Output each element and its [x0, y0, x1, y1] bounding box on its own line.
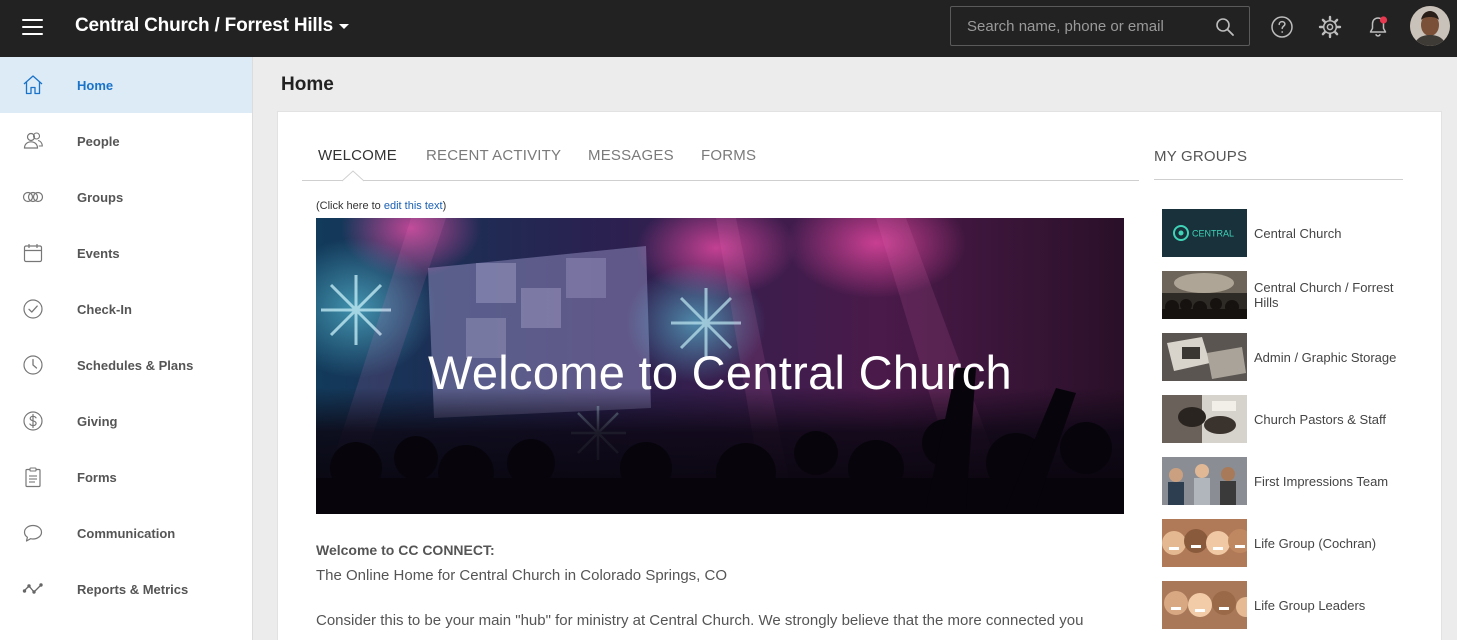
sidebar-item-people[interactable]: People — [0, 113, 252, 169]
group-thumbnail — [1162, 519, 1247, 567]
divider — [1154, 179, 1403, 180]
sidebar-item-forms[interactable]: Forms — [0, 449, 252, 505]
top-bar: Central Church / Forrest Hills — [0, 0, 1457, 57]
sidebar-item-communication[interactable]: Communication — [0, 505, 252, 561]
notification-dot — [1379, 16, 1388, 24]
welcome-subheading: The Online Home for Central Church in Co… — [316, 567, 728, 584]
avatar[interactable] — [1410, 6, 1450, 46]
welcome-body-text: Consider this to be your main "hub" for … — [316, 612, 1084, 629]
sidebar-item-giving[interactable]: Giving — [0, 393, 252, 449]
sidebar-item-label: Schedules & Plans — [77, 358, 194, 373]
group-thumbnail — [1162, 333, 1247, 381]
group-item-central-church[interactable]: CENTRAL Central Church — [1162, 209, 1407, 257]
sidebar-item-label: Giving — [77, 414, 118, 429]
tab-welcome[interactable]: WELCOME — [318, 147, 397, 164]
sidebar-item-label: Groups — [77, 190, 124, 205]
checkmark-circle-icon — [23, 299, 43, 319]
search-icon[interactable] — [1215, 17, 1235, 37]
group-thumbnail — [1162, 395, 1247, 443]
group-name: Central Church / Forrest Hills — [1254, 280, 1394, 310]
group-thumbnail — [1162, 581, 1247, 629]
sidebar-item-label: Check-In — [77, 302, 132, 317]
sidebar-item-label: Home — [77, 78, 114, 93]
sidebar-item-label: Communication — [77, 526, 176, 541]
group-item-church-pastors-staff[interactable]: Church Pastors & Staff — [1162, 395, 1407, 443]
active-tab-indicator — [342, 170, 364, 182]
sidebar-item-groups[interactable]: Groups — [0, 169, 252, 225]
group-item-life-group-cochran[interactable]: Life Group (Cochran) — [1162, 519, 1407, 567]
tab-messages[interactable]: MESSAGES — [588, 147, 674, 164]
help-icon[interactable] — [1270, 15, 1294, 39]
group-name: First Impressions Team — [1254, 473, 1389, 489]
sidebar-item-label: Events — [77, 246, 120, 261]
line-graph-icon — [22, 583, 43, 594]
group-item-central-church-forrest-hills[interactable]: Central Church / Forrest Hills — [1162, 271, 1407, 319]
sidebar-item-home[interactable]: Home — [0, 57, 252, 113]
search-input[interactable] — [951, 7, 1206, 45]
edit-this-text-link[interactable]: edit this text — [384, 200, 443, 212]
church-switcher[interactable]: Central Church / Forrest Hills — [75, 15, 333, 37]
group-name: Church Pastors & Staff — [1254, 411, 1386, 427]
group-thumbnail — [1162, 457, 1247, 505]
welcome-heading: Welcome to CC CONNECT: — [316, 542, 495, 558]
banner-title: Welcome to Central Church — [428, 346, 1012, 399]
clipboard-icon — [25, 467, 41, 488]
sidebar-item-label: Forms — [77, 470, 117, 485]
group-name: Life Group (Cochran) — [1254, 535, 1377, 551]
page-title: Home — [281, 74, 334, 95]
group-item-first-impressions-team[interactable]: First Impressions Team — [1162, 457, 1407, 505]
groups-icon — [22, 191, 44, 203]
calendar-icon — [23, 244, 43, 263]
tab-bar: WELCOME RECENT ACTIVITY MESSAGES FORMS — [302, 144, 1139, 181]
group-name: Life Group Leaders — [1254, 597, 1366, 613]
bell-icon[interactable] — [1366, 15, 1390, 39]
sidebar-item-schedules-plans[interactable]: Schedules & Plans — [0, 337, 252, 393]
group-thumbnail: CENTRAL — [1162, 209, 1247, 257]
group-name: Admin / Graphic Storage — [1254, 349, 1397, 365]
dollar-icon — [23, 411, 43, 431]
tab-recent-activity[interactable]: RECENT ACTIVITY — [426, 147, 561, 164]
sidebar-item-reports-metrics[interactable]: Reports & Metrics — [0, 561, 252, 617]
edit-text-note: (Click here to edit this text) — [316, 200, 447, 212]
home-icon — [23, 75, 43, 95]
my-groups-title: MY GROUPS — [1154, 148, 1248, 165]
people-icon — [23, 132, 43, 149]
sidebar-item-label: People — [77, 134, 120, 149]
group-thumbnail — [1162, 271, 1247, 319]
chat-bubble-icon — [23, 524, 43, 542]
svg-text:CENTRAL: CENTRAL — [1192, 229, 1234, 239]
sidebar: Home People Groups Events Check-In Sched… — [0, 57, 253, 640]
gear-icon[interactable] — [1318, 15, 1342, 39]
group-name: Central Church — [1254, 225, 1342, 241]
sidebar-item-check-in[interactable]: Check-In — [0, 281, 252, 337]
search-box — [950, 6, 1250, 46]
menu-icon[interactable] — [22, 19, 43, 35]
tab-forms[interactable]: FORMS — [701, 147, 756, 164]
caret-down-icon[interactable] — [339, 24, 349, 29]
group-item-admin-graphic-storage[interactable]: Admin / Graphic Storage — [1162, 333, 1407, 381]
sidebar-item-events[interactable]: Events — [0, 225, 252, 281]
group-item-life-group-leaders[interactable]: Life Group Leaders — [1162, 581, 1407, 629]
clock-icon — [23, 355, 43, 375]
sidebar-item-label: Reports & Metrics — [77, 582, 189, 597]
welcome-banner: Welcome to Central Church — [316, 218, 1124, 514]
